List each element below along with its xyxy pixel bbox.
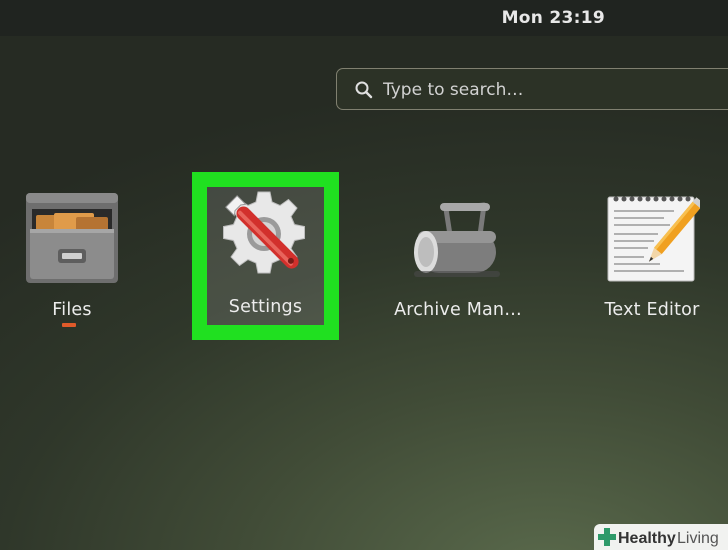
running-indicator (62, 323, 76, 327)
app-label-archive-manager: Archive Man… (394, 300, 522, 320)
app-label-settings: Settings (228, 297, 303, 317)
search-input[interactable] (381, 74, 725, 106)
healthy-living-logo: Healthy Living (594, 524, 728, 550)
clock[interactable]: Mon 23:19 (502, 8, 605, 28)
app-archive-manager[interactable]: Archive Man… (386, 175, 530, 335)
search-box[interactable] (336, 68, 728, 110)
app-label-text-editor: Text Editor (604, 300, 700, 320)
search-icon (355, 81, 373, 99)
app-files[interactable]: Files (0, 175, 144, 335)
archive-roller-icon (414, 202, 500, 277)
app-text-editor[interactable]: Text Editor (580, 175, 724, 335)
settings-gear-wrench-icon (223, 191, 305, 274)
svg-text:Healthy: Healthy (618, 530, 676, 547)
file-cabinet-icon (26, 193, 118, 283)
svg-text:Living: Living (677, 530, 719, 547)
notepad-pencil-icon (607, 196, 700, 282)
app-settings[interactable]: Settings (192, 172, 339, 340)
top-bar: Mon 23:19 (0, 0, 728, 36)
app-label-files: Files (52, 300, 92, 320)
